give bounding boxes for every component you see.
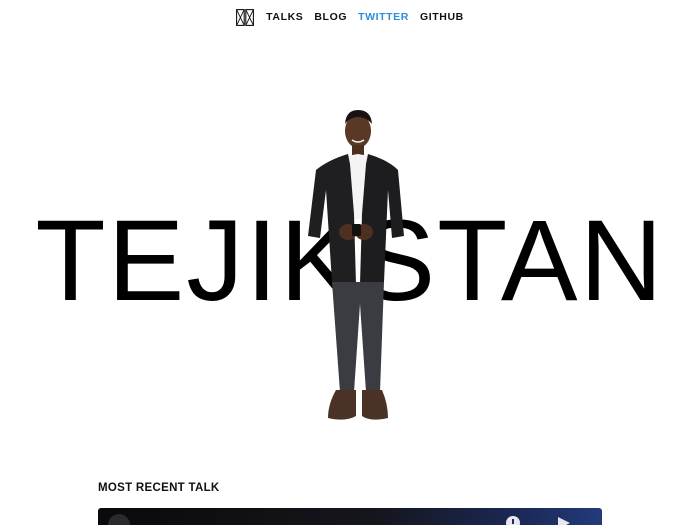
presenter-photo (308, 110, 404, 420)
nav-link-blog[interactable]: BLOG (314, 11, 347, 23)
top-nav: TALKS BLOG TWITTER GITHUB (0, 8, 700, 26)
most-recent-talk-heading: MOST RECENT TALK (98, 482, 220, 494)
share-icon[interactable] (558, 517, 570, 525)
nav-link-github[interactable]: GITHUB (420, 11, 464, 23)
logo-icon[interactable] (236, 8, 255, 26)
recent-talk-video[interactable] (98, 508, 602, 525)
nav-link-talks[interactable]: TALKS (266, 11, 303, 23)
clock-icon[interactable] (506, 516, 520, 525)
nav-link-twitter[interactable]: TWITTER (358, 11, 409, 23)
play-icon[interactable] (108, 514, 130, 525)
